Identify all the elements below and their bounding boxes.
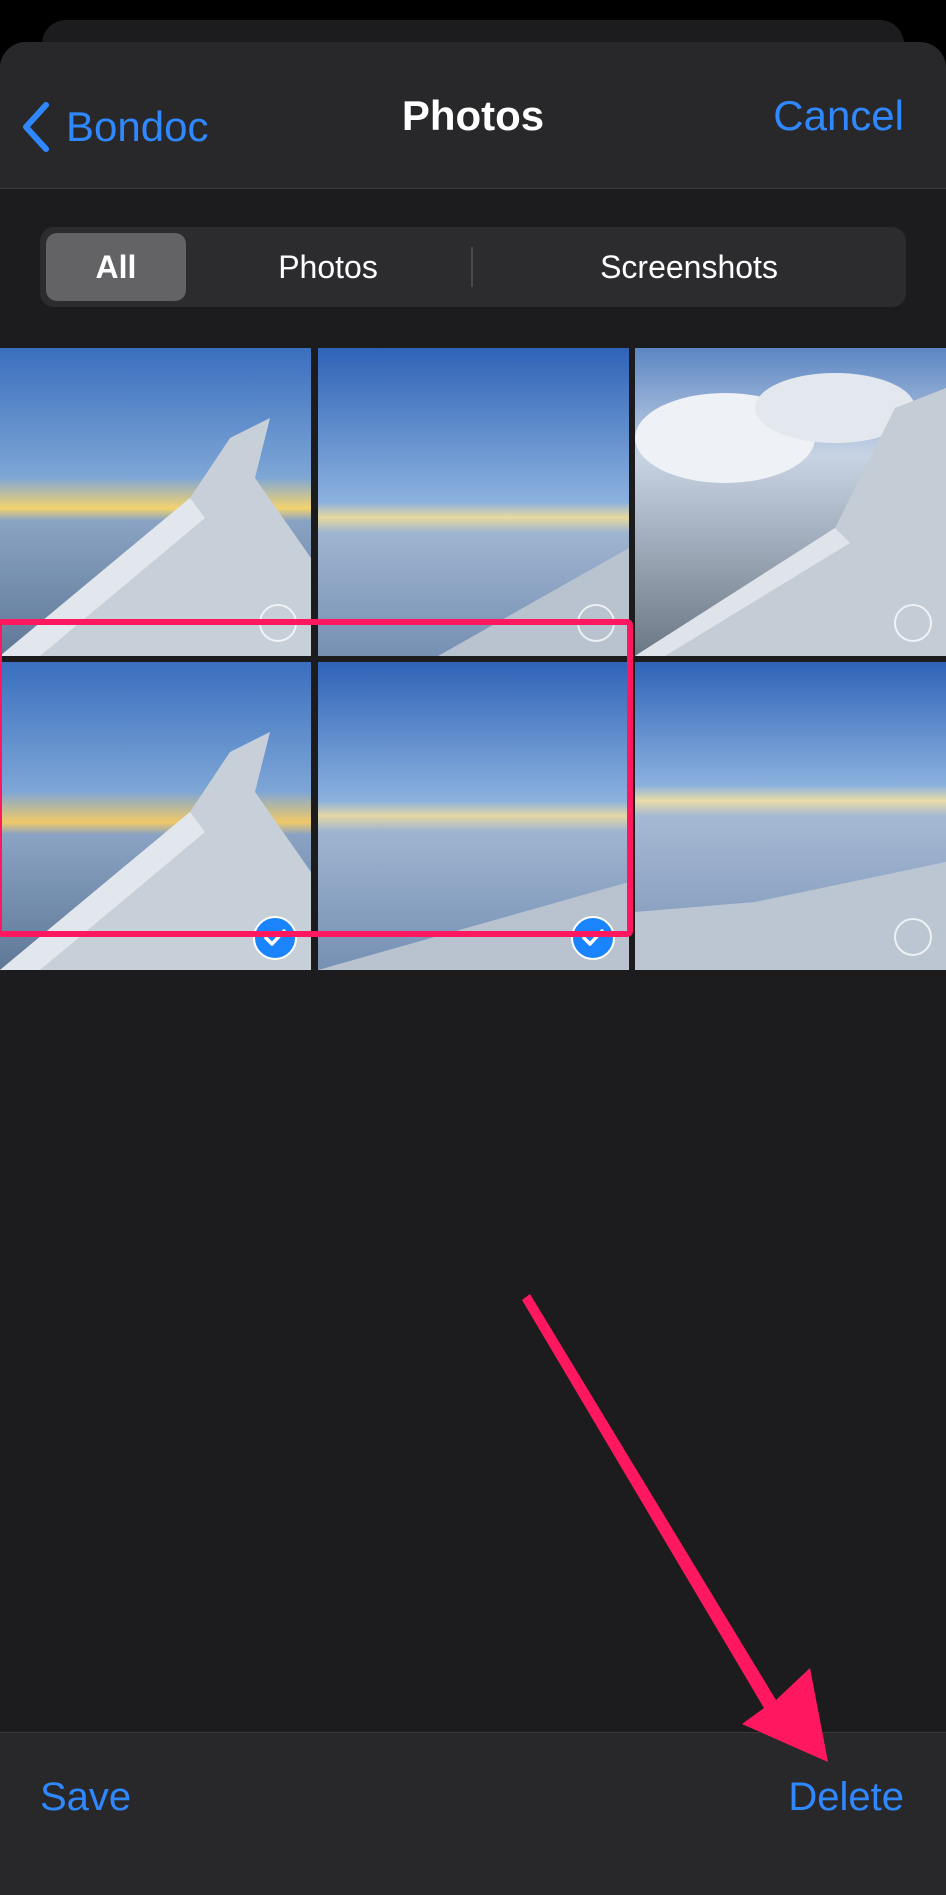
photo-thumbnail[interactable] bbox=[318, 348, 629, 656]
bottom-toolbar: Save Delete bbox=[0, 1732, 946, 1895]
empty-circle-icon bbox=[259, 604, 297, 642]
photo-thumbnail[interactable] bbox=[635, 348, 946, 656]
segment-photos[interactable]: Photos bbox=[190, 233, 466, 301]
checkmark-circle-icon bbox=[253, 916, 297, 960]
segment-screenshots[interactable]: Screenshots bbox=[477, 233, 901, 301]
save-button[interactable]: Save bbox=[40, 1775, 131, 1820]
delete-button[interactable]: Delete bbox=[788, 1775, 904, 1820]
filter-segmented-control: All Photos Screenshots bbox=[40, 227, 906, 307]
cancel-button[interactable]: Cancel bbox=[773, 92, 904, 140]
photo-thumbnail[interactable] bbox=[0, 662, 311, 970]
photo-thumbnail[interactable] bbox=[318, 662, 629, 970]
photo-picker-sheet: Bondoc Photos Cancel All Photos Screensh… bbox=[0, 42, 946, 1895]
segment-divider bbox=[471, 247, 473, 287]
navigation-bar: Bondoc Photos Cancel bbox=[0, 42, 946, 189]
empty-circle-icon bbox=[894, 918, 932, 956]
empty-circle-icon bbox=[894, 604, 932, 642]
segment-all[interactable]: All bbox=[46, 233, 186, 301]
photo-thumbnail[interactable] bbox=[635, 662, 946, 970]
photo-thumbnail[interactable] bbox=[0, 348, 311, 656]
photo-grid bbox=[0, 348, 946, 978]
checkmark-circle-icon bbox=[571, 916, 615, 960]
empty-circle-icon bbox=[577, 604, 615, 642]
